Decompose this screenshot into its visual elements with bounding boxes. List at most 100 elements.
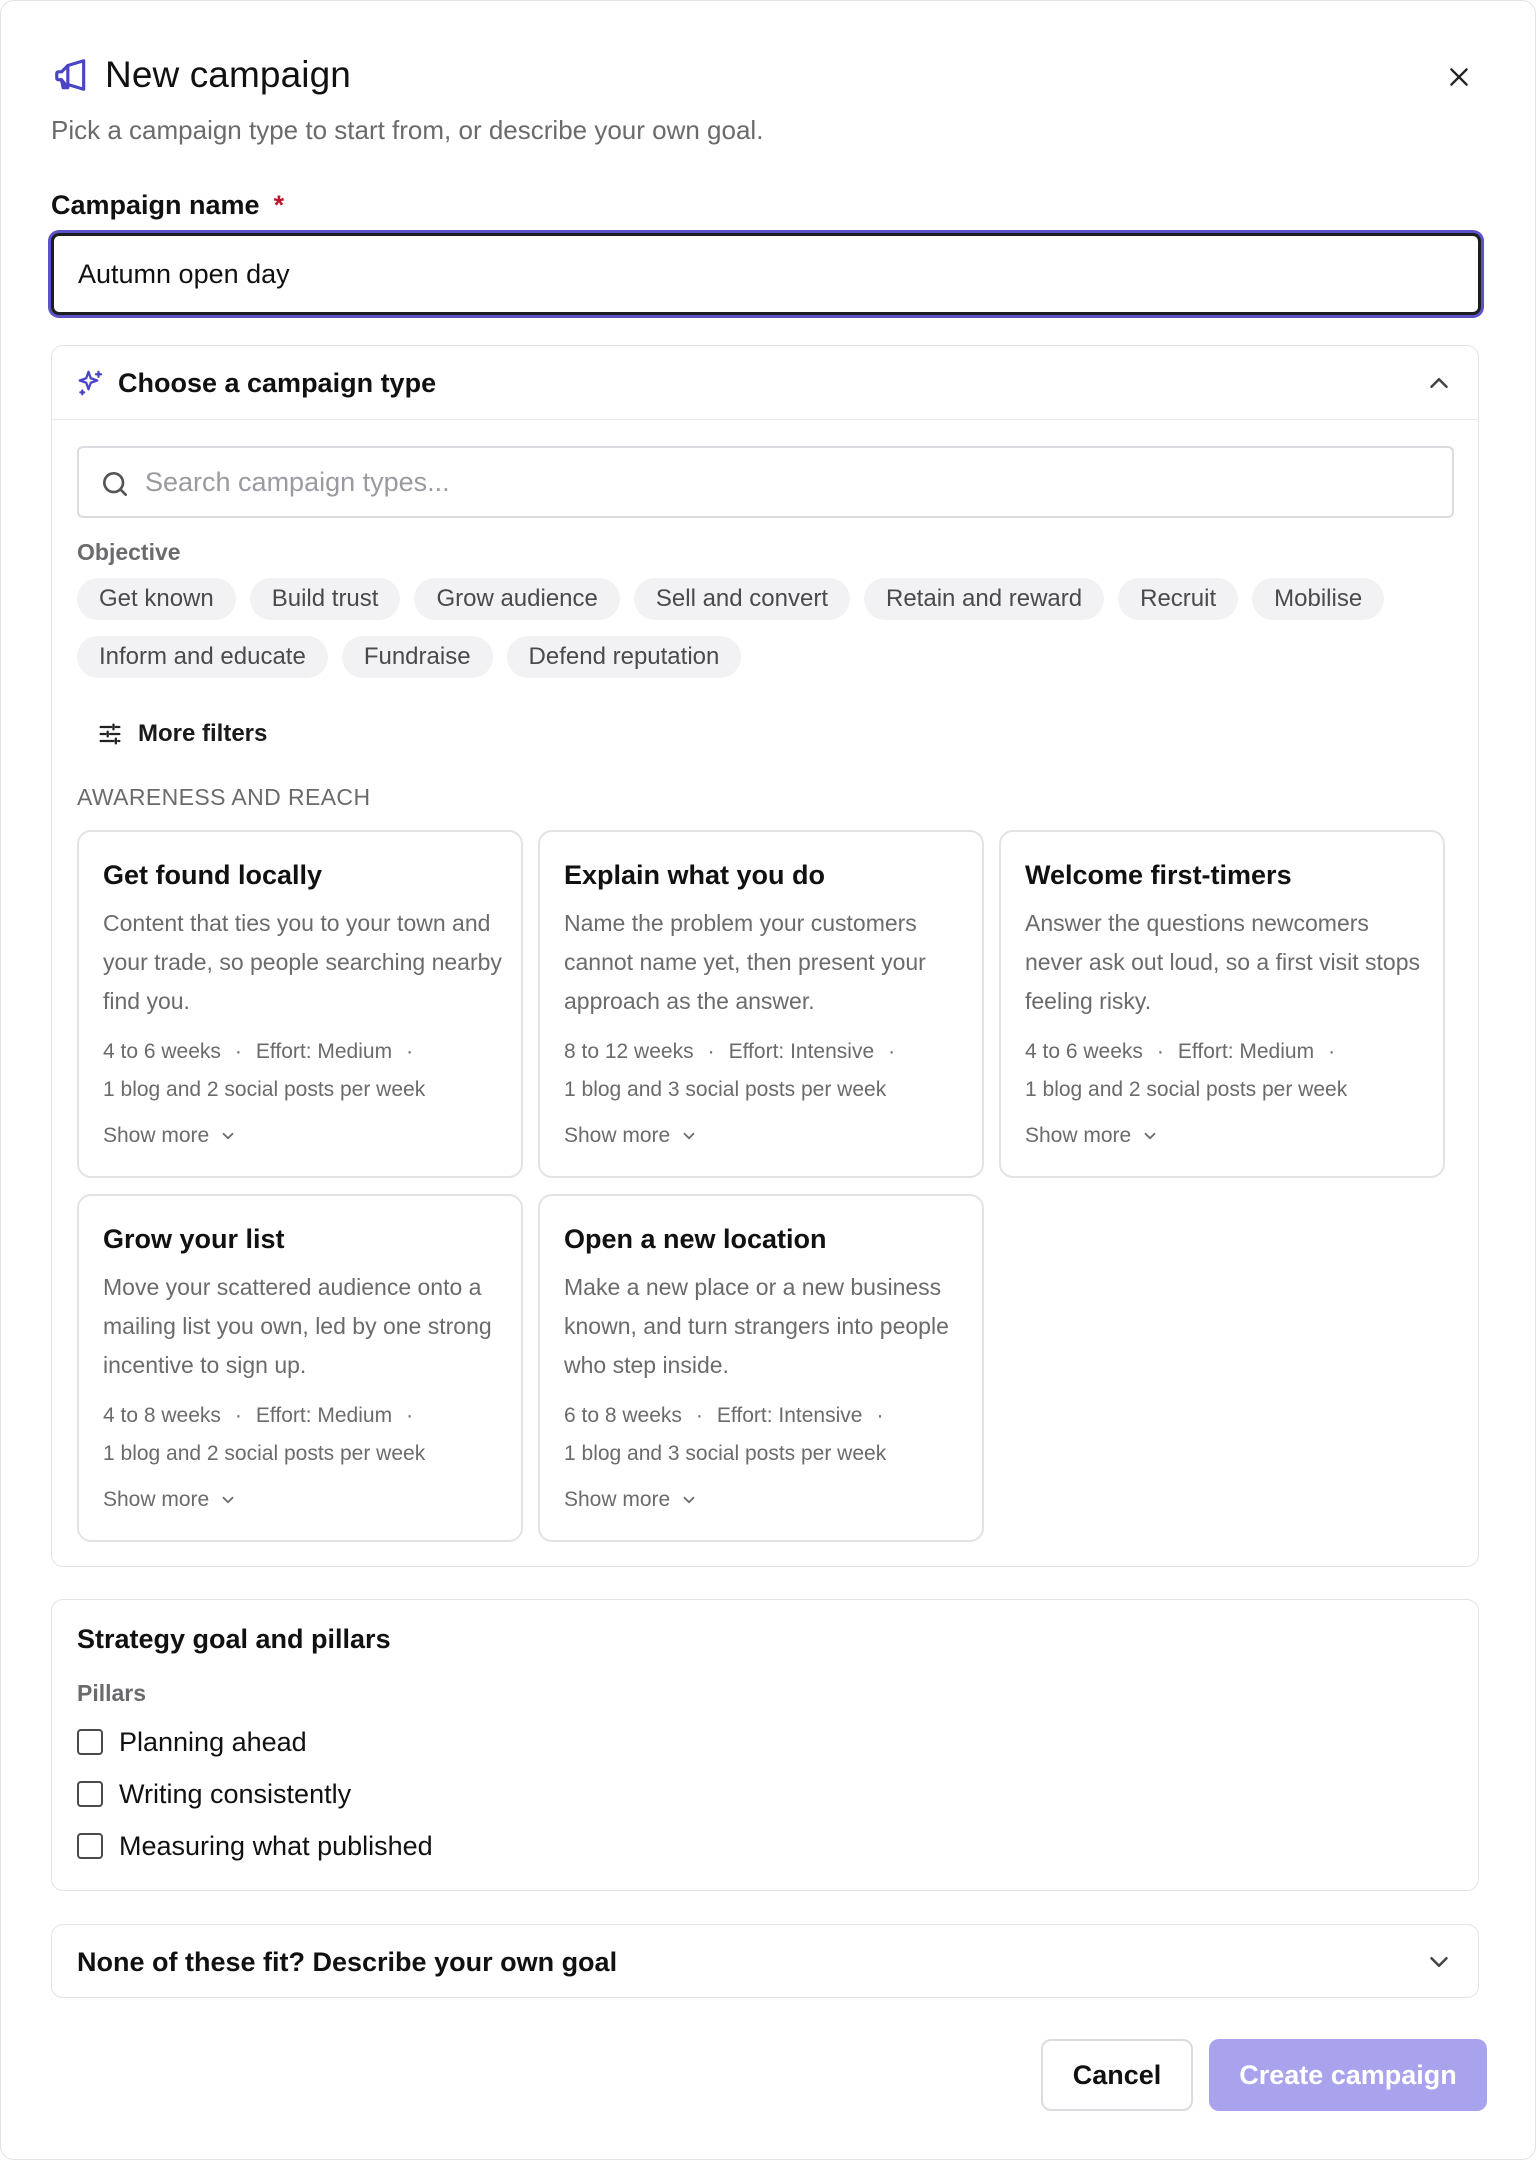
objective-chip[interactable]: Recruit <box>1118 578 1239 620</box>
pillar-label: Planning ahead <box>119 1726 307 1757</box>
card-cadence: 1 blog and 3 social posts per week <box>564 1442 887 1465</box>
objective-chip[interactable]: Retain and reward <box>864 578 1105 620</box>
own-goal-panel[interactable]: None of these fit? Describe your own goa… <box>51 1924 1479 1998</box>
close-button[interactable] <box>1441 59 1477 95</box>
campaign-card-open-a-new-location[interactable]: Open a new location Make a new place or … <box>538 1194 984 1542</box>
campaign-type-panel: Choose a campaign type Objective Get kno… <box>51 345 1479 1567</box>
objective-chip[interactable]: Defend reputation <box>506 636 742 678</box>
close-icon <box>1450 68 1468 86</box>
campaign-type-header[interactable]: Choose a campaign type <box>52 346 1478 420</box>
card-description: Make a new place or a new business known… <box>564 1274 949 1378</box>
card-meta: 8 to 12 weeks · Effort: Intensive · <box>564 1040 896 1063</box>
chevron-down-icon <box>222 1496 234 1504</box>
card-effort: Effort: Medium <box>255 1404 393 1427</box>
show-more-button[interactable]: Show more <box>103 1488 237 1512</box>
chevron-down-icon <box>1144 1132 1156 1140</box>
show-more-button[interactable]: Show more <box>564 1488 698 1512</box>
dialog-subtitle: Pick a campaign type to start from, or d… <box>51 115 764 145</box>
pillar-option[interactable]: Writing consistently <box>77 1774 351 1814</box>
card-effort: Effort: Medium <box>1177 1040 1315 1063</box>
campaign-type-search <box>77 446 1454 518</box>
show-more-label: Show more <box>564 1488 671 1511</box>
new-campaign-dialog: New campaign Pick a campaign type to sta… <box>0 0 1536 2160</box>
search-input[interactable] <box>145 448 1435 516</box>
sparkle-icon <box>76 368 106 398</box>
campaign-card-grow-your-list[interactable]: Grow your list Move your scattered audie… <box>77 1194 523 1542</box>
chevron-down-icon <box>683 1496 695 1504</box>
show-more-button[interactable]: Show more <box>103 1124 237 1148</box>
section-heading: AWARENESS AND REACH <box>77 784 371 810</box>
pillars-label: Pillars <box>77 1680 147 1706</box>
pillar-label: Writing consistently <box>119 1778 352 1809</box>
card-duration: 8 to 12 weeks <box>564 1040 694 1063</box>
objective-chip[interactable]: Build trust <box>249 578 401 620</box>
pillar-label: Measuring what published <box>119 1830 433 1861</box>
chevron-down-icon <box>222 1132 234 1140</box>
card-duration: 4 to 8 weeks <box>103 1404 221 1427</box>
show-more-button[interactable]: Show more <box>1025 1124 1159 1148</box>
objective-chip[interactable]: Grow audience <box>414 578 620 620</box>
required-marker: * <box>273 190 285 220</box>
search-icon <box>99 468 131 500</box>
strategy-panel: Strategy goal and pillars Pillars Planni… <box>51 1599 1479 1891</box>
card-meta: 6 to 8 weeks · Effort: Intensive · <box>564 1404 884 1427</box>
card-effort: Effort: Intensive <box>716 1404 863 1427</box>
card-effort: Effort: Medium <box>255 1040 393 1063</box>
objective-chip[interactable]: Mobilise <box>1252 578 1385 620</box>
card-description: Answer the questions newcomers never ask… <box>1025 910 1421 1014</box>
pillar-checkbox[interactable] <box>77 1729 103 1755</box>
show-more-label: Show more <box>564 1124 671 1147</box>
strategy-title: Strategy goal and pillars <box>77 1624 391 1654</box>
objective-chip[interactable]: Fundraise <box>341 636 493 678</box>
show-more-label: Show more <box>1025 1124 1132 1147</box>
card-title: Grow your list <box>103 1224 285 1254</box>
card-title: Welcome first-timers <box>1025 860 1292 890</box>
create-campaign-button[interactable]: Create campaign <box>1209 2039 1487 2111</box>
more-filters-button[interactable]: More filters <box>96 714 267 754</box>
pillar-checkbox[interactable] <box>77 1781 103 1807</box>
show-more-button[interactable]: Show more <box>564 1124 698 1148</box>
cancel-button[interactable]: Cancel <box>1041 2039 1193 2111</box>
card-cadence: 1 blog and 2 social posts per week <box>103 1078 426 1101</box>
objective-chip[interactable]: Get known <box>77 578 236 620</box>
card-description: Name the problem your customers cannot n… <box>564 910 926 1014</box>
objective-chip[interactable]: Sell and convert <box>633 578 850 620</box>
card-meta: 4 to 6 weeks · Effort: Medium · <box>103 1040 414 1063</box>
sliders-icon <box>96 720 124 748</box>
pillar-option[interactable]: Planning ahead <box>77 1722 307 1762</box>
campaign-type-title: Choose a campaign type <box>118 368 437 398</box>
campaign-card-get-found-locally[interactable]: Get found locally Content that ties you … <box>77 830 523 1178</box>
objective-label: Objective <box>77 539 181 565</box>
megaphone-icon <box>51 55 91 95</box>
dialog-title: New campaign <box>105 54 351 95</box>
campaign-name-label-text: Campaign name <box>51 190 260 220</box>
show-more-label: Show more <box>103 1124 210 1147</box>
show-more-label: Show more <box>103 1488 210 1511</box>
campaign-card-explain-what-you-do[interactable]: Explain what you do Name the problem you… <box>538 830 984 1178</box>
card-title: Get found locally <box>103 860 323 890</box>
card-cadence: 1 blog and 2 social posts per week <box>1025 1078 1348 1101</box>
card-effort: Effort: Intensive <box>728 1040 875 1063</box>
card-title: Explain what you do <box>564 860 826 890</box>
chevron-down-icon[interactable] <box>1424 1947 1454 1977</box>
chevron-down-icon <box>683 1132 695 1140</box>
objective-chips: Get known Build trust Grow audience Sell… <box>77 578 1467 678</box>
card-description: Content that ties you to your town and y… <box>103 910 502 1014</box>
card-duration: 6 to 8 weeks <box>564 1404 682 1427</box>
dialog-header: New campaign <box>51 53 351 97</box>
campaign-card-welcome-first-timers[interactable]: Welcome first-timers Answer the question… <box>999 830 1445 1178</box>
card-cadence: 1 blog and 3 social posts per week <box>564 1078 887 1101</box>
card-title: Open a new location <box>564 1224 827 1254</box>
campaign-name-label: Campaign name * <box>51 190 284 221</box>
card-meta: 4 to 6 weeks · Effort: Medium · <box>1025 1040 1336 1063</box>
chevron-up-icon[interactable] <box>1424 368 1454 398</box>
objective-chip[interactable]: Inform and educate <box>77 636 328 678</box>
pillar-option[interactable]: Measuring what published <box>77 1826 433 1866</box>
card-cadence: 1 blog and 2 social posts per week <box>103 1442 426 1465</box>
card-meta: 4 to 8 weeks · Effort: Medium · <box>103 1404 414 1427</box>
own-goal-label: None of these fit? Describe your own goa… <box>77 1947 618 1977</box>
more-filters-label: More filters <box>138 720 268 747</box>
pillar-checkbox[interactable] <box>77 1833 103 1859</box>
card-duration: 4 to 6 weeks <box>103 1040 221 1063</box>
campaign-name-input[interactable] <box>51 233 1481 315</box>
